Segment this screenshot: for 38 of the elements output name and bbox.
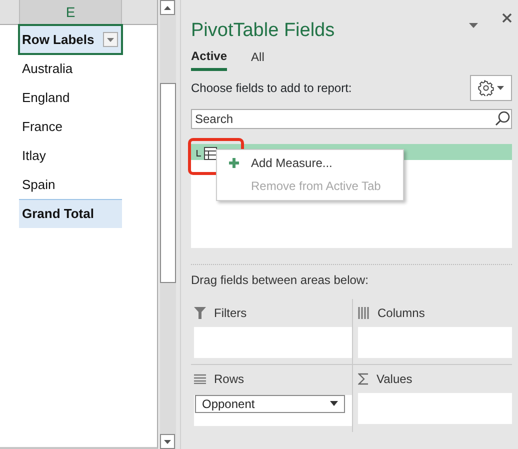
total-cell: Grand Total (19, 199, 122, 228)
table-cell-text: Australia (21, 60, 74, 78)
down-arrow-icon (164, 440, 171, 444)
tab[interactable]: All (251, 46, 264, 71)
header-text: Row Labels (22, 30, 94, 49)
area-label: Values (376, 370, 412, 388)
table-cell-text: Itlay (21, 146, 47, 165)
filter-dropdown-button[interactable] (103, 32, 118, 47)
rows-icon (194, 374, 206, 384)
columns-icon (358, 306, 370, 319)
search-icon (495, 110, 510, 126)
table-cell-text: France (21, 118, 64, 136)
area-label: Columns (378, 304, 425, 322)
row-labels-cell[interactable]: Row Labels (19, 25, 122, 54)
caret-icon (107, 38, 114, 42)
column-header[interactable]: E (19, 0, 122, 25)
menu-item[interactable]: Add Measure... (217, 152, 403, 175)
field-dropdown[interactable]: Opponent (195, 394, 345, 413)
up-arrow-icon (164, 6, 171, 10)
settings-button[interactable] (470, 74, 512, 101)
search-field[interactable]: Search (191, 108, 512, 129)
filter-icon (194, 306, 206, 319)
pane-title: PivotTable Fields (191, 20, 335, 43)
table-cell-text: England (21, 88, 71, 107)
caret-icon (330, 401, 338, 406)
scroll-thumb[interactable] (160, 83, 176, 283)
sigma-icon (358, 372, 368, 385)
scroll-up-button[interactable] (160, 0, 175, 15)
tab[interactable]: Active (191, 46, 228, 71)
plus-icon (229, 158, 239, 168)
gear-icon (478, 80, 494, 96)
caret-icon (497, 86, 504, 90)
area-label: Rows (214, 370, 244, 388)
area-label: Filters (214, 304, 247, 322)
table-cell-text: Spain (21, 176, 56, 194)
areas-hint: Drag fields between areas below: (191, 272, 370, 289)
instruction-text: Choose fields to add to report: (191, 80, 352, 97)
scroll-down-button[interactable] (160, 434, 175, 449)
